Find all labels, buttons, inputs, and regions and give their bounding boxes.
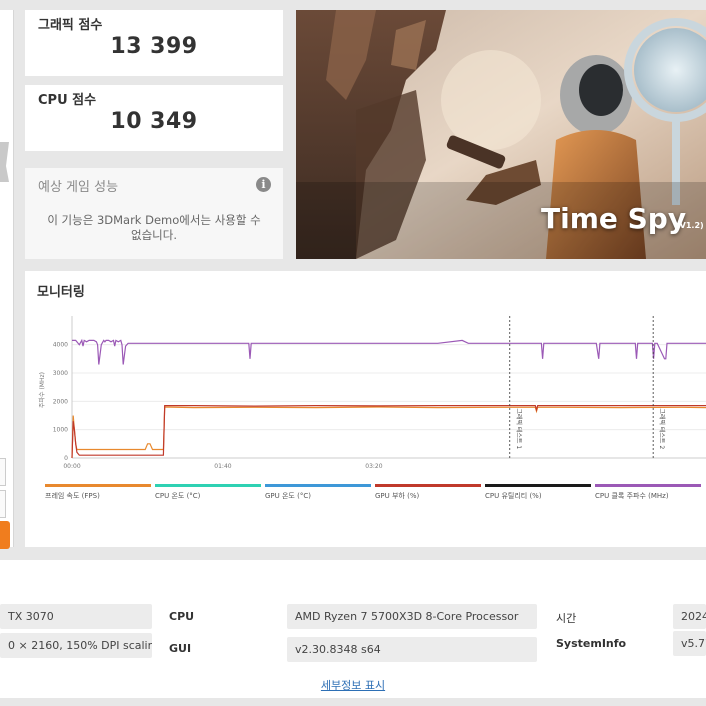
legend-item[interactable]: GPU 온도 (°C) [265, 484, 371, 504]
series-line [72, 338, 706, 365]
series-line [71, 406, 706, 459]
legend-color-bar [45, 484, 151, 487]
systeminfo-value: v5.77 [673, 631, 706, 656]
legend-label: CPU 유틸리티 (%) [485, 492, 542, 500]
show-details-link[interactable]: 세부정보 표시 [0, 677, 706, 693]
test-marker-label: 그래픽 테스트 2 [658, 408, 666, 449]
legend-item[interactable]: CPU 온도 (°C) [155, 484, 261, 504]
test-marker-label: 그래픽 테스트 1 [515, 408, 523, 449]
legend-color-bar [595, 484, 701, 487]
y-axis-label: 주파수 (MHz) [38, 372, 46, 408]
legend-item[interactable]: CPU 유틸리티 (%) [485, 484, 591, 504]
legend-item[interactable]: 프레임 속도 (FPS) [45, 484, 151, 504]
cpu-value: AMD Ryzen 7 5700X3D 8-Core Processor [287, 604, 537, 629]
gpu-value: TX 3070 [0, 604, 152, 629]
x-tick-label: 00:00 [63, 463, 80, 470]
legend-label: CPU 온도 (°C) [155, 492, 201, 500]
monitoring-chart: 0 1000 2000 3000 4000 00:00 01:40 03:20 주파수 (MHz… [38, 316, 706, 470]
legend-color-bar [155, 484, 261, 487]
legend-label: GPU 부하 (%) [375, 492, 420, 500]
y-tick-label: 3000 [53, 370, 68, 377]
legend-color-bar [375, 484, 481, 487]
y-tick-label: 4000 [53, 342, 68, 349]
legend-color-bar [265, 484, 371, 487]
legend-item[interactable]: CPU 클록 주파수 (MHz) [595, 484, 701, 504]
time-label: 시간 [556, 612, 577, 625]
display-value: 0 × 2160, 150% DPI scaling) [0, 633, 152, 658]
legend-color-bar [485, 484, 591, 487]
systeminfo-label: SystemInfo [556, 637, 627, 650]
y-tick-label: 2000 [53, 398, 68, 405]
sidebar-button[interactable] [0, 490, 6, 518]
system-info-card: TX 3070 CPU AMD Ryzen 7 5700X3D 8-Core P… [0, 560, 706, 698]
gui-label: GUI [169, 642, 192, 655]
y-tick-label: 0 [64, 455, 68, 462]
sidebar-orange-button[interactable] [0, 521, 10, 549]
x-tick-label: 03:20 [365, 463, 382, 470]
legend-label: CPU 클록 주파수 (MHz) [595, 492, 669, 500]
legend-label: GPU 온도 (°C) [265, 492, 311, 500]
time-value: 2024 [673, 604, 706, 629]
y-tick-label: 1000 [53, 427, 68, 434]
gui-value: v2.30.8348 s64 [287, 637, 537, 662]
cpu-label: CPU [169, 610, 195, 623]
legend-label: 프레임 속도 (FPS) [45, 492, 100, 500]
series-line [71, 404, 706, 459]
x-tick-label: 01:40 [214, 463, 231, 470]
legend-item[interactable]: GPU 부하 (%) [375, 484, 481, 504]
